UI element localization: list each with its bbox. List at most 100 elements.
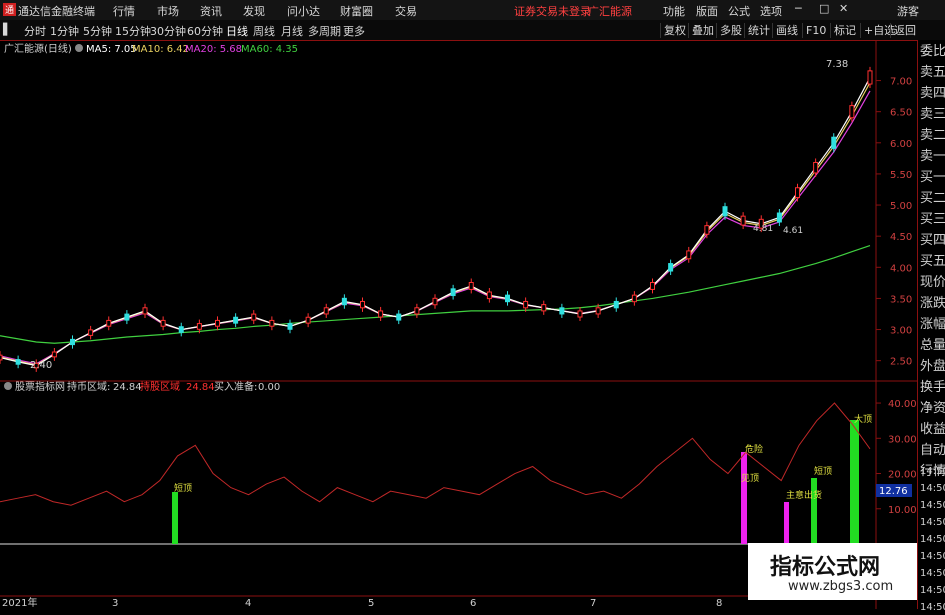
- period-toolbar: ▌ 分时 1分钟 5分钟 15分钟 30分钟 60分钟 日线 周线 月线 多周期…: [0, 20, 945, 41]
- period-weekly[interactable]: 周线: [253, 23, 275, 39]
- menu-banmian[interactable]: 版面: [696, 3, 718, 19]
- panel-item-18[interactable]: 收益: [920, 422, 945, 437]
- position-label: 持股区域: [140, 380, 180, 393]
- panel-item-12[interactable]: 涨跌: [920, 296, 945, 311]
- ma20-line: [0, 90, 871, 365]
- y-tick-label-1: 6.50: [890, 108, 912, 119]
- guest-label[interactable]: 游客: [897, 3, 919, 19]
- panel-item-4[interactable]: 卖二: [920, 128, 945, 143]
- indicator-curve: [0, 402, 871, 506]
- panel-item-7[interactable]: 买二: [920, 191, 945, 206]
- low-price-label: 2.40: [30, 360, 52, 371]
- panel-item-5[interactable]: 卖一: [920, 149, 945, 164]
- signal-label-2: 危险: [745, 443, 763, 455]
- btn-huaxian[interactable]: 画线: [772, 23, 801, 38]
- btn-fuquan[interactable]: 复权: [660, 23, 689, 38]
- btn-tongji[interactable]: 统计: [744, 23, 773, 38]
- btn-duogu[interactable]: 多股: [716, 23, 745, 38]
- panel-item-13[interactable]: 涨幅: [920, 317, 945, 332]
- period-more[interactable]: 更多: [343, 23, 365, 39]
- panel-item-3[interactable]: 卖三: [920, 107, 945, 122]
- close-icon[interactable]: ✕: [839, 2, 848, 15]
- candle-body-43: [776, 212, 782, 223]
- candle-body-48: [867, 70, 873, 85]
- candle-body-11: [196, 323, 202, 330]
- panel-item-8[interactable]: 买三: [920, 212, 945, 227]
- y-tick-label-0: 7.00: [890, 77, 912, 88]
- period-5min[interactable]: 5分钟: [83, 23, 112, 39]
- panel-item-16[interactable]: 换手: [920, 380, 945, 395]
- x-label-5: 5: [368, 598, 374, 609]
- chart-canvas[interactable]: 广汇能源(日线) MA5: 7.05 MA10: 6.42 MA20: 5.68…: [0, 40, 917, 609]
- menu-gongshi[interactable]: 公式: [728, 3, 750, 19]
- period-1min[interactable]: 1分钟: [50, 23, 79, 39]
- high-price-label: 7.38: [826, 59, 848, 70]
- menu-jiaoyi[interactable]: 交易: [395, 3, 417, 19]
- panel-item-6[interactable]: 买一: [920, 170, 945, 185]
- menu-zixun[interactable]: 资讯: [200, 3, 222, 19]
- panel-item-10[interactable]: 买五: [920, 254, 945, 269]
- period-daily[interactable]: 日线: [226, 23, 248, 39]
- candle-body-18: [323, 307, 329, 315]
- menu-shichang[interactable]: 市场: [157, 3, 179, 19]
- candle-body-25: [450, 288, 456, 297]
- panel-item-15[interactable]: 外盘: [920, 359, 945, 374]
- signal-label-3: 见顶: [741, 473, 759, 484]
- btn-f10[interactable]: F10: [802, 23, 829, 38]
- panel-item-17[interactable]: 净资: [920, 401, 945, 416]
- panel-item-1[interactable]: 卖五: [920, 65, 945, 80]
- panel-time-5: 14:50: [920, 551, 945, 562]
- candle-body-20: [360, 300, 365, 309]
- period-fenshi[interactable]: 分时: [24, 23, 46, 39]
- period-15min[interactable]: 15分钟: [115, 23, 151, 39]
- back-icon[interactable]: ▌: [3, 23, 11, 36]
- x-axis: 2021年 3 4 5 6 7 8: [2, 596, 722, 609]
- minimize-icon[interactable]: ─: [795, 2, 802, 15]
- panel-item-2[interactable]: 卖四: [920, 86, 945, 101]
- settings-icon[interactable]: [75, 44, 83, 52]
- ind-y-tick-label-3: 10.00: [888, 505, 917, 516]
- holding-label: 持币区域:: [67, 380, 110, 393]
- signal-label-5: 短顶: [814, 465, 832, 477]
- holding-value: 24.84: [113, 382, 142, 393]
- menu-caifuquan[interactable]: 财富圈: [340, 3, 373, 19]
- signal-bar-1: [172, 492, 178, 544]
- menu-wenxiaoda[interactable]: 问小达: [287, 3, 320, 19]
- ind-y-tick-label-2: 20.00: [888, 470, 917, 481]
- signal-label-1: 短顶: [174, 482, 192, 494]
- trade-status-notice[interactable]: 证券交易未登录: [514, 3, 591, 19]
- period-30min[interactable]: 30分钟: [150, 23, 186, 39]
- period-multi[interactable]: 多周期: [308, 23, 341, 39]
- candle-body-12: [215, 319, 220, 327]
- panel-item-9[interactable]: 买四: [920, 233, 945, 248]
- indicator-name: 股票指标网: [15, 380, 65, 393]
- candle-body-9: [160, 319, 166, 327]
- candlesticks: [0, 66, 873, 372]
- indicator-settings-icon[interactable]: [4, 382, 12, 390]
- panel-time-0: 14:50: [920, 466, 945, 477]
- menu-gongneng[interactable]: 功能: [663, 3, 685, 19]
- panel-item-19[interactable]: 自动: [920, 443, 945, 458]
- period-60min[interactable]: 60分钟: [187, 23, 223, 39]
- maximize-icon[interactable]: □: [819, 2, 829, 15]
- signal-bar-2: [741, 452, 747, 544]
- candle-body-27: [486, 291, 492, 300]
- position-value: 24.84: [186, 382, 215, 393]
- y-tick-label-7: 3.50: [890, 294, 912, 305]
- signal-bar-4: [811, 478, 817, 544]
- btn-biaoji[interactable]: 标记: [830, 23, 859, 38]
- btn-fanhui[interactable]: 返回: [890, 23, 919, 38]
- indicator-y-axis: 40.00 30.00 20.00 10.00: [876, 399, 917, 516]
- indicator-line: [0, 402, 871, 506]
- panel-item-11[interactable]: 现价: [920, 275, 945, 290]
- y-tick-label-4: 5.00: [890, 201, 912, 212]
- x-label-year: 2021年: [2, 596, 37, 609]
- candle-body-44: [795, 187, 800, 198]
- menu-xuanxiang[interactable]: 选项: [760, 3, 782, 19]
- menu-faxian[interactable]: 发现: [243, 3, 265, 19]
- period-monthly[interactable]: 月线: [281, 23, 303, 39]
- menu-hangqing[interactable]: 行情: [113, 3, 135, 19]
- panel-item-14[interactable]: 总量: [920, 338, 945, 353]
- panel-item-0[interactable]: 委比: [920, 44, 945, 59]
- btn-diejia[interactable]: 叠加: [688, 23, 717, 38]
